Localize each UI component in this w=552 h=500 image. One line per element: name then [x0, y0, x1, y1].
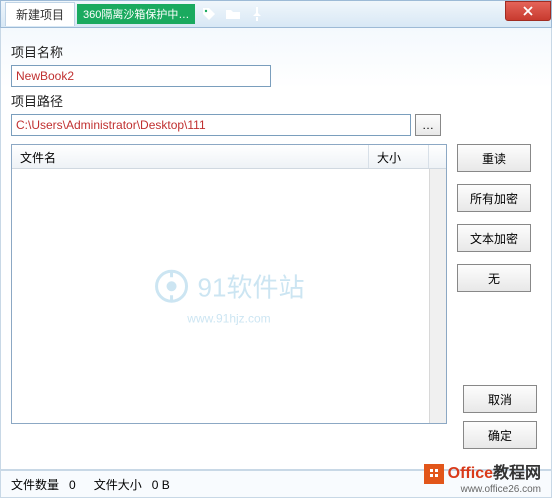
file-size-label: 文件大小	[94, 478, 142, 492]
tag-icon[interactable]	[201, 6, 217, 22]
col-scroll-spacer	[429, 145, 446, 168]
branding: Office教程网 www.office26.com	[424, 464, 541, 495]
titlebar: 新建项目 360隔离沙箱保护中…	[0, 0, 552, 28]
col-size[interactable]: 大小	[369, 145, 429, 168]
file-size: 文件大小 0 B	[94, 476, 170, 493]
ok-button[interactable]: 确定	[463, 421, 537, 449]
project-name-label: 项目名称	[11, 42, 541, 61]
brand-suffix: 教程网	[493, 465, 541, 482]
project-path-input[interactable]	[11, 114, 411, 136]
list-body: 91软件站 www.91hjz.com	[12, 169, 446, 423]
file-count-label: 文件数量	[11, 478, 59, 492]
file-list[interactable]: 文件名 大小 91软件站 www.91hjz.com	[11, 144, 447, 424]
list-header: 文件名 大小	[12, 145, 446, 169]
project-name-input[interactable]	[11, 65, 271, 87]
none-button[interactable]: 无	[457, 264, 531, 292]
bottom-buttons: 取消 确定	[463, 385, 537, 449]
content-area: 项目名称 项目路径 … 文件名 大小 91软件站 www.91hjz.com	[0, 28, 552, 470]
project-path-label: 项目路径	[11, 91, 541, 110]
brand-url: www.office26.com	[424, 484, 541, 495]
scrollbar[interactable]	[429, 169, 446, 423]
folder-icon[interactable]	[225, 6, 241, 22]
col-filename[interactable]: 文件名	[12, 145, 369, 168]
close-button[interactable]	[505, 1, 551, 21]
pin-icon[interactable]	[249, 6, 265, 22]
statusbar: 文件数量 0 文件大小 0 B Office教程网 www.office26.c…	[0, 470, 552, 498]
encrypt-all-button[interactable]: 所有加密	[457, 184, 531, 212]
watermark-text: 91软件站	[198, 267, 305, 304]
watermark-url: www.91hjz.com	[154, 311, 305, 325]
watermark-icon	[154, 268, 190, 304]
close-icon	[523, 6, 533, 16]
browse-button[interactable]: …	[415, 114, 441, 136]
titlebar-icons	[201, 6, 265, 22]
office-icon	[424, 464, 444, 484]
brand-office: Office	[448, 465, 493, 482]
file-size-value: 0 B	[152, 478, 170, 492]
side-buttons: 重读 所有加密 文本加密 无	[457, 144, 531, 424]
cancel-button[interactable]: 取消	[463, 385, 537, 413]
window-title: 新建项目	[5, 2, 75, 26]
watermark: 91软件站 www.91hjz.com	[154, 267, 305, 325]
reread-button[interactable]: 重读	[457, 144, 531, 172]
encrypt-text-button[interactable]: 文本加密	[457, 224, 531, 252]
file-count-value: 0	[69, 478, 76, 492]
sandbox-badge: 360隔离沙箱保护中…	[77, 4, 195, 24]
file-count: 文件数量 0	[11, 476, 76, 493]
